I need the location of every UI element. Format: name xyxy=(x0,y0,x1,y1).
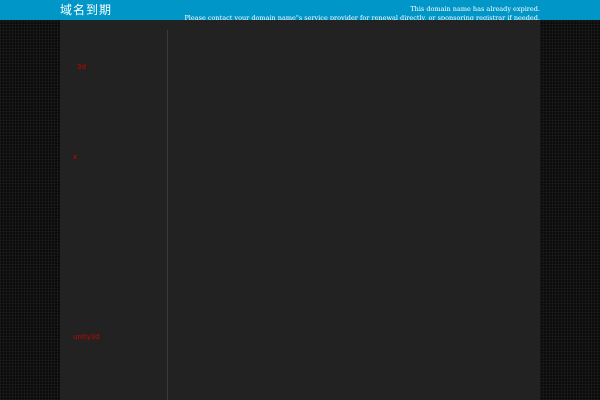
sidebar-link-x[interactable]: x xyxy=(73,153,77,162)
sidebar-link-3d[interactable]: 3d xyxy=(77,63,86,72)
main-panel: 3d x unity3d xyxy=(60,20,540,400)
top-banner: 域名到期 This domain name has already expire… xyxy=(0,0,600,22)
expiry-notice-line1: This domain name has already expired. xyxy=(410,5,540,13)
brand-label[interactable]: 域名到期 xyxy=(60,2,112,18)
column-divider xyxy=(167,30,168,400)
sidebar-link-unity3d[interactable]: unity3d xyxy=(73,333,100,342)
